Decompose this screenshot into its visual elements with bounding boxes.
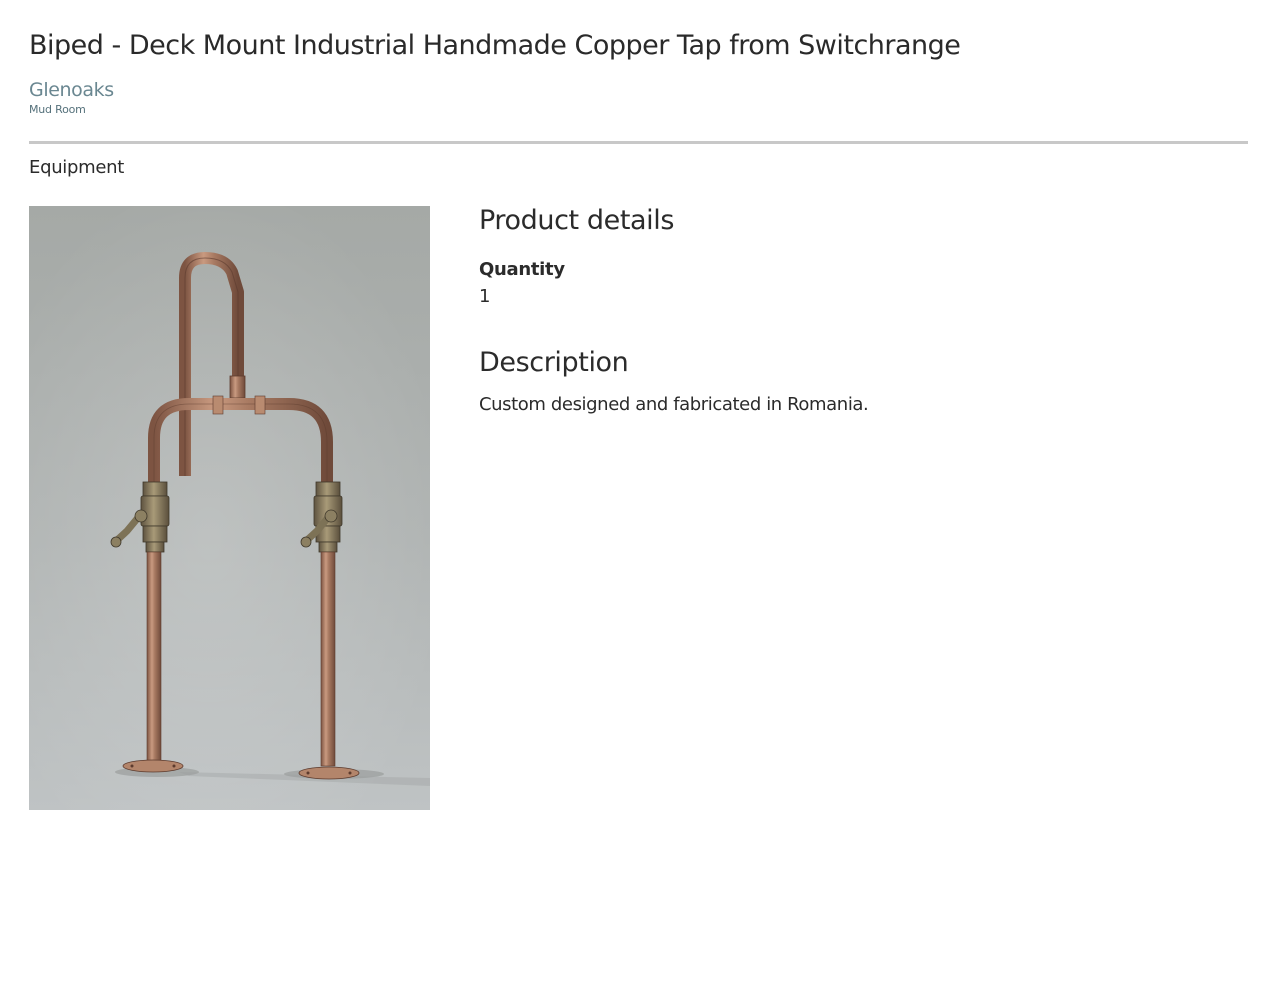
quantity-value: 1 <box>479 286 491 307</box>
description-heading: Description <box>479 347 629 378</box>
product-details-heading: Product details <box>479 205 675 236</box>
project-link[interactable]: Glenoaks <box>29 79 114 101</box>
room-label: Mud Room <box>29 103 86 116</box>
description-text: Custom designed and fabricated in Romani… <box>479 394 869 415</box>
page-title: Biped - Deck Mount Industrial Handmade C… <box>29 30 961 61</box>
header-divider <box>29 141 1248 144</box>
product-page: Biped - Deck Mount Industrial Handmade C… <box>0 0 1276 987</box>
product-photo <box>29 206 430 810</box>
quantity-label: Quantity <box>479 259 565 280</box>
category-label: Equipment <box>29 157 125 178</box>
